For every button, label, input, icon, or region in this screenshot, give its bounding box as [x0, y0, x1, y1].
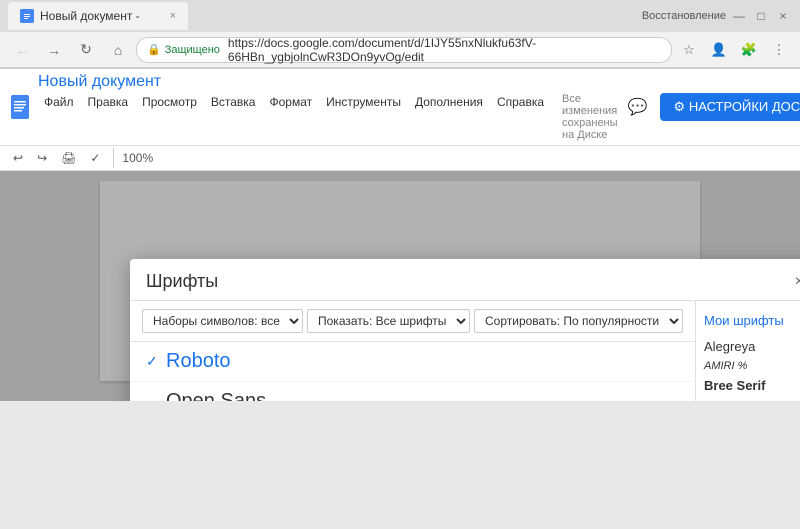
sort-filter[interactable]: Сортировать: По популярности — [474, 309, 683, 333]
forward-btn[interactable]: → — [40, 36, 68, 64]
close-btn[interactable]: × — [774, 7, 792, 25]
docs-menu: Файл Правка Просмотр Вставка Формат Инст… — [38, 93, 618, 141]
url-bar[interactable]: 🔒 Защищено https://docs.google.com/docum… — [136, 37, 672, 63]
font-item-open-sans[interactable]: Open Sans — [130, 382, 695, 401]
docs-title-area: Новый документ Файл Правка Просмотр Вста… — [38, 73, 618, 141]
my-font-name-calibri: Calibri — [704, 399, 741, 401]
minimize-btn[interactable]: — — [730, 7, 748, 25]
my-font-name-amiri: AMIRI % — [704, 360, 747, 372]
address-right-buttons: ☆ 👤 🧩 ⋮ — [676, 37, 792, 63]
menu-view[interactable]: Просмотр — [136, 93, 203, 141]
dialog-right-panel: Мои шрифты Alegreya × AMIRI % × Bree Ser… — [696, 301, 800, 401]
menu-tools[interactable]: Инструменты — [320, 93, 407, 141]
dialog-body: Наборы символов: все Показать: Все шрифт… — [130, 301, 800, 401]
url-text: https://docs.google.com/document/d/1IJY5… — [228, 36, 661, 64]
zoom-level[interactable]: 100% — [122, 151, 153, 165]
share-btn[interactable]: ⚙ НАСТРОЙКИ ДОСТУПА — [660, 93, 800, 121]
address-bar: ← → ↻ ⌂ 🔒 Защищено https://docs.google.c… — [0, 32, 800, 68]
active-tab[interactable]: Новый документ - × — [8, 2, 188, 30]
font-name-roboto: Roboto — [166, 350, 231, 373]
redo-btn[interactable]: ↪ — [32, 148, 52, 168]
tab-title: Новый документ - — [40, 9, 140, 23]
dialog-close-btn[interactable]: × — [795, 273, 800, 291]
menu-edit[interactable]: Правка — [82, 93, 135, 141]
my-font-alegreya[interactable]: Alegreya × — [704, 336, 800, 357]
font-list: ✓ Roboto Open Sans Lato Montserrat — [130, 342, 695, 401]
my-fonts-title: Мои шрифты — [704, 309, 800, 336]
docs-toolbar-right: 💬 ⚙ НАСТРОЙКИ ДОСТУПА A — [624, 92, 800, 122]
secure-icon: 🔒 — [147, 43, 161, 56]
back-btn[interactable]: ← — [8, 36, 36, 64]
settings-btn[interactable]: ⋮ — [766, 37, 792, 63]
bookmark-btn[interactable]: ☆ — [676, 37, 702, 63]
undo-btn[interactable]: ↩ — [8, 148, 28, 168]
fonts-dialog: Шрифты × Наборы символов: все Показать: … — [130, 259, 800, 401]
saved-status: Все изменения сохранены на Диске — [562, 93, 618, 141]
print-btn[interactable]: 🖨 — [56, 148, 81, 168]
secure-text: Защищено — [165, 44, 220, 56]
menu-file[interactable]: Файл — [38, 93, 80, 141]
toolbar-separator — [113, 148, 114, 168]
docs-toolbar: Новый документ Файл Правка Просмотр Вста… — [0, 69, 800, 146]
tab-close-btn[interactable]: × — [170, 10, 176, 22]
extensions-btn[interactable]: 🧩 — [736, 37, 762, 63]
dialog-title: Шрифты — [146, 271, 795, 292]
docs-formatting-toolbar: ↩ ↪ 🖨 ✓ 100% — [0, 146, 800, 171]
menu-format[interactable]: Формат — [263, 93, 318, 141]
profile-btn[interactable]: 👤 — [706, 37, 732, 63]
filter-row: Наборы символов: все Показать: Все шрифт… — [130, 301, 695, 342]
my-font-calibri[interactable]: Calibri × — [704, 396, 800, 401]
my-font-name-bree: Bree Serif — [704, 378, 765, 393]
home-btn[interactable]: ⌂ — [104, 36, 132, 64]
menu-insert[interactable]: Вставка — [205, 93, 262, 141]
restore-label: Восстановление — [642, 10, 726, 22]
my-font-amiri[interactable]: AMIRI % × — [704, 357, 800, 375]
checkmark-icon: ✓ — [146, 353, 166, 370]
tab-favicon — [20, 9, 34, 23]
docs-logo — [8, 89, 32, 125]
font-name-open-sans: Open Sans — [166, 390, 266, 401]
dialog-left-panel: Наборы символов: все Показать: Все шрифт… — [130, 301, 696, 401]
main-content: Шрифты × Наборы символов: все Показать: … — [0, 171, 800, 401]
my-font-name-alegreya: Alegreya — [704, 339, 755, 354]
doc-title[interactable]: Новый документ — [38, 73, 618, 91]
charset-filter[interactable]: Наборы символов: все — [142, 309, 303, 333]
show-filter[interactable]: Показать: Все шрифты — [307, 309, 470, 333]
menu-help[interactable]: Справка — [491, 93, 550, 141]
comment-btn[interactable]: 💬 — [624, 93, 652, 121]
menu-addons[interactable]: Дополнения — [409, 93, 489, 141]
my-font-bree[interactable]: Bree Serif × — [704, 375, 800, 396]
browser-top-right: Восстановление — □ × — [642, 7, 792, 25]
maximize-btn[interactable]: □ — [752, 7, 770, 25]
dialog-header: Шрифты × — [130, 259, 800, 301]
tab-bar: Новый документ - × Восстановление — □ × — [0, 0, 800, 32]
reload-btn[interactable]: ↻ — [72, 36, 100, 64]
spellcheck-btn[interactable]: ✓ — [85, 148, 105, 168]
font-item-roboto[interactable]: ✓ Roboto — [130, 342, 695, 382]
